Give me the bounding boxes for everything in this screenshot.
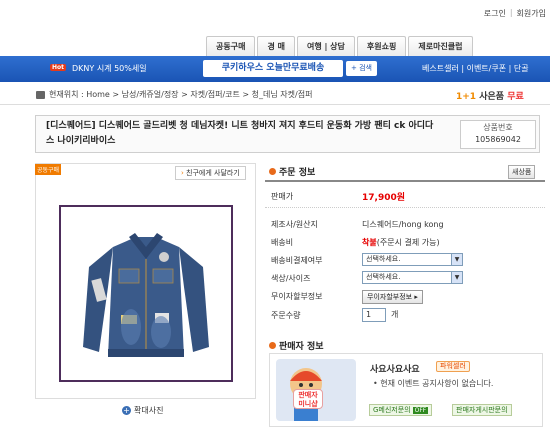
bullet-icon: [269, 168, 276, 175]
gift-free: 무료: [507, 92, 524, 102]
group-buy-badge: 공동구매: [35, 164, 62, 175]
divider: [265, 207, 545, 208]
mini-shop-line2: 미니샵: [298, 400, 318, 408]
breadcrumb: 현재위치 : Home > 남성/캐쥬얼/정장 > 자켓/점퍼/코트 > 청_데…: [36, 89, 312, 100]
off-badge: OFF: [412, 407, 429, 414]
order-info-title: 주문 정보: [279, 168, 316, 178]
maker-label: 제조사/원산지: [271, 220, 318, 229]
shipping-label: 배송비: [271, 238, 294, 247]
new-item-badge-button[interactable]: 새상품: [508, 165, 536, 179]
top-tabs: 공동구매 경 매 여행 | 상담 후원쇼핑 제로마진클럽: [206, 36, 475, 56]
no-interest-label: 무이자할부정보: [271, 292, 323, 301]
no-interest-button[interactable]: 무이자할부정보 ▸: [362, 290, 423, 304]
chevron-down-icon: ▼: [451, 254, 462, 265]
product-number: 105869042: [475, 135, 521, 144]
gift-banner[interactable]: 1+1 사은품 무료: [456, 89, 524, 102]
ask-friend-label: 친구에게 사달라기: [186, 169, 240, 177]
product-title: [디스퀘어드] 디스퀘어드 골드리벳 청 데님자켓! 니트 청바지 져지 후드티…: [46, 121, 434, 146]
plus-circle-icon: +: [122, 406, 131, 415]
product-number-box: 상품번호 105869042: [460, 120, 536, 149]
messenger-inquiry-button[interactable]: G메신저문의 OFF: [369, 404, 433, 416]
breadcrumb-text[interactable]: 현재위치 : Home > 남성/캐쥬얼/정장 > 자켓/점퍼/코트 > 청_데…: [49, 89, 312, 100]
messenger-label: G메신저문의: [373, 406, 411, 414]
color-size-select[interactable]: 선택하세요. ▼: [362, 271, 463, 284]
chevron-down-icon: ▼: [451, 272, 462, 283]
promo-left-link[interactable]: DKNY 시계 50%세일: [72, 63, 147, 74]
divider: [0, 104, 550, 105]
mini-shop-badge[interactable]: 판매자 미니샵: [293, 389, 323, 409]
shipping-note: (주문시 결제 가능): [376, 238, 440, 247]
price-value: 17,900원: [362, 193, 406, 203]
seller-info-title: 판매자 정보: [279, 342, 324, 352]
login-link[interactable]: 로그인: [484, 8, 506, 19]
maker-value: 디스퀘어드/hong kong: [362, 220, 444, 229]
seller-name[interactable]: 사요사요사요: [370, 362, 420, 375]
ship-pay-label: 배송비결제여부: [271, 256, 323, 265]
quantity-label: 주문수량: [271, 311, 301, 320]
product-image[interactable]: [59, 205, 233, 382]
quantity-unit: 개: [391, 310, 399, 319]
gift-prefix: 1+1: [456, 92, 477, 102]
divider: |: [509, 8, 513, 17]
power-seller-badge: 파워셀러: [436, 361, 470, 372]
play-icon: ▸: [414, 293, 418, 301]
arrow-icon: ›: [181, 169, 184, 177]
quantity-input[interactable]: 1: [362, 308, 386, 322]
zoom-photo-label: 확대사진: [134, 406, 164, 415]
color-size-selected: 선택하세요.: [366, 273, 401, 281]
tab-zero-margin[interactable]: 제로마진클럽: [408, 36, 473, 56]
tab-group-buy[interactable]: 공동구매: [206, 36, 256, 56]
price-label: 판매가: [271, 192, 294, 201]
seller-board-button[interactable]: 판매자게시판문의: [452, 404, 512, 416]
tab-auction[interactable]: 경 매: [257, 36, 295, 56]
hot-badge: Hot: [50, 64, 67, 71]
ask-friend-button[interactable]: › 친구에게 사달라기: [175, 166, 246, 180]
search-button[interactable]: + 검색: [346, 61, 377, 76]
tab-donation[interactable]: 후원쇼핑: [356, 36, 407, 56]
denim-jacket-image: [61, 207, 231, 380]
order-info-header: 주문 정보: [269, 165, 315, 178]
shipping-type: 착불: [362, 238, 377, 247]
no-interest-button-label: 무이자할부정보: [367, 293, 413, 301]
search-label: 검색: [359, 64, 372, 72]
utility-links: 로그인 | 회원가입: [484, 8, 546, 19]
nav-right-links[interactable]: 베스트셀러 | 이벤트/쿠폰 | 단골: [422, 63, 529, 74]
gift-title: 사은품: [479, 92, 505, 102]
mini-shop-line1: 판매자: [298, 391, 318, 399]
promo-center-banner[interactable]: 쿠키하우스 오늘만무료배송: [203, 60, 343, 77]
shipping-value: 착불(주문시 결제 가능): [362, 237, 440, 248]
ship-pay-selected: 선택하세요.: [366, 255, 401, 263]
signup-link[interactable]: 회원가입: [517, 8, 546, 19]
seller-notice: • 현재 이벤트 공지사항이 없습니다.: [373, 379, 494, 388]
product-number-label: 상품번호: [483, 123, 513, 132]
main-nav-bar: Hot DKNY 시계 50%세일 쿠키하우스 오늘만무료배송 + 검색 베스트…: [0, 56, 550, 82]
seller-info-header: 판매자 정보: [269, 339, 324, 352]
home-icon: [36, 90, 45, 99]
tab-travel[interactable]: 여행 | 상담: [296, 36, 355, 56]
product-title-box: [디스퀘어드] 디스퀘어드 골드리벳 청 데님자켓! 니트 청바지 져지 후드티…: [35, 115, 540, 153]
divider: [265, 180, 545, 182]
bullet-icon: [269, 342, 276, 349]
search-icon: +: [351, 64, 357, 72]
ship-pay-select[interactable]: 선택하세요. ▼: [362, 253, 463, 266]
color-size-label: 색상/사이즈: [271, 274, 311, 283]
zoom-photo-link[interactable]: + 확대사진: [122, 405, 163, 416]
